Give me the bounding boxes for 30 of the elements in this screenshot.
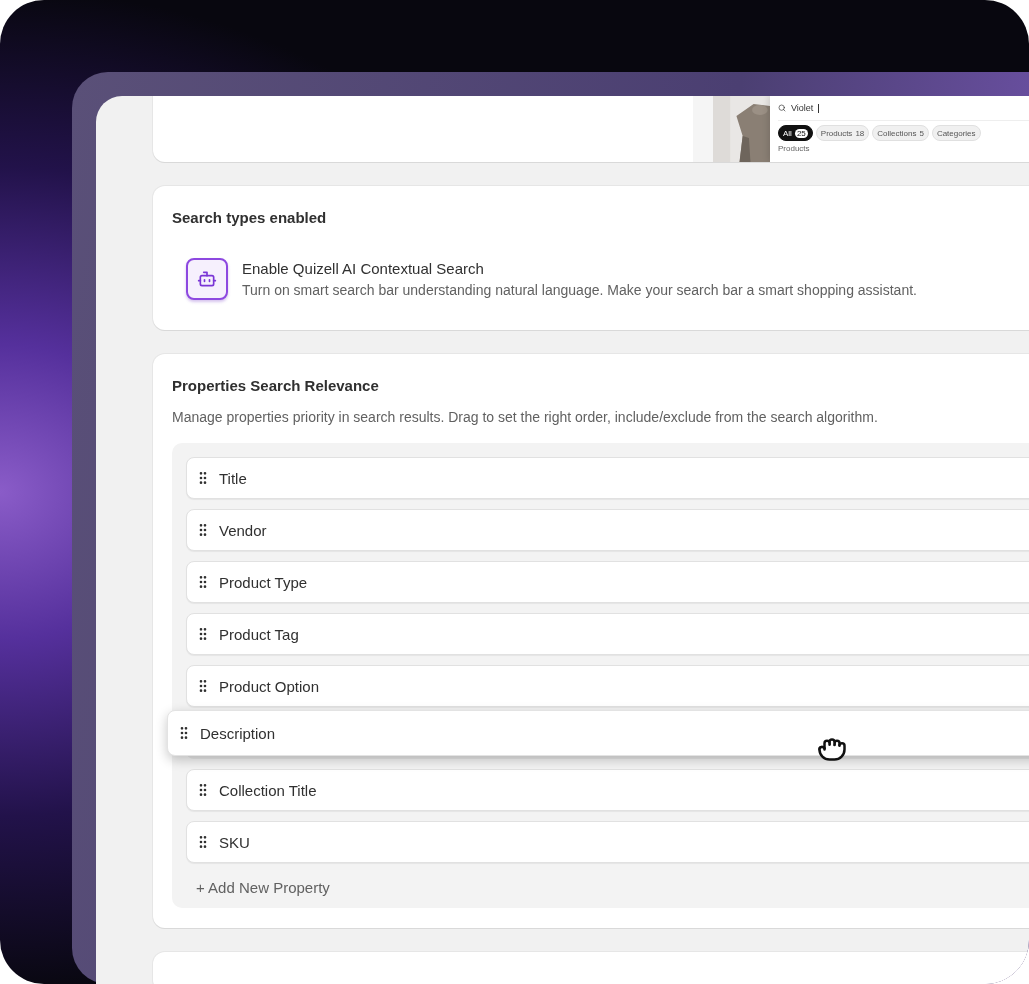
property-row[interactable]: SKU [186, 821, 1029, 863]
card-title: Properties Search Relevance [172, 376, 380, 396]
section-label: Products [778, 144, 810, 153]
search-icon [778, 104, 786, 112]
property-row[interactable]: Product Tag [186, 613, 1029, 655]
option-title: Enable Quizell AI Contextual Search [242, 258, 485, 279]
add-property-link[interactable]: + Add New Property [186, 873, 340, 898]
property-label: Product Option [219, 677, 320, 695]
search-field[interactable]: Violet [778, 96, 1029, 121]
dragged-property-row[interactable]: Description [167, 710, 1029, 756]
property-label: Vendor [219, 521, 267, 539]
property-label: Collection Title [219, 781, 317, 799]
property-row[interactable]: Title [186, 457, 1029, 499]
property-label: Product Type [219, 573, 308, 591]
filter-chip[interactable]: Categories [931, 125, 981, 141]
property-row[interactable]: Collection Title [186, 769, 1029, 811]
robot-icon[interactable] [186, 258, 228, 300]
filter-chip[interactable]: Collections 5 [872, 125, 929, 141]
filter-chip[interactable]: All 25 [778, 125, 813, 141]
property-row[interactable]: Vendor [186, 509, 1029, 551]
property-row[interactable]: Product Type [186, 561, 1029, 603]
option-description: Turn on smart search bar understanding natural language. Make your search bar a smart shopping assistant. [242, 280, 917, 300]
property-label: SKU [219, 833, 250, 851]
filter-chip[interactable]: Products 18 [815, 125, 870, 141]
property-label: Product Tag [219, 625, 299, 643]
property-label: Description [200, 724, 276, 742]
property-label: Title [219, 469, 247, 487]
card-description: Manage properties priority in search results. Drag to set the right order, include/exclude from the search algorithm. [172, 408, 879, 427]
property-row[interactable]: Product Option [186, 665, 1029, 707]
card-title: Search types enabled [172, 208, 328, 228]
